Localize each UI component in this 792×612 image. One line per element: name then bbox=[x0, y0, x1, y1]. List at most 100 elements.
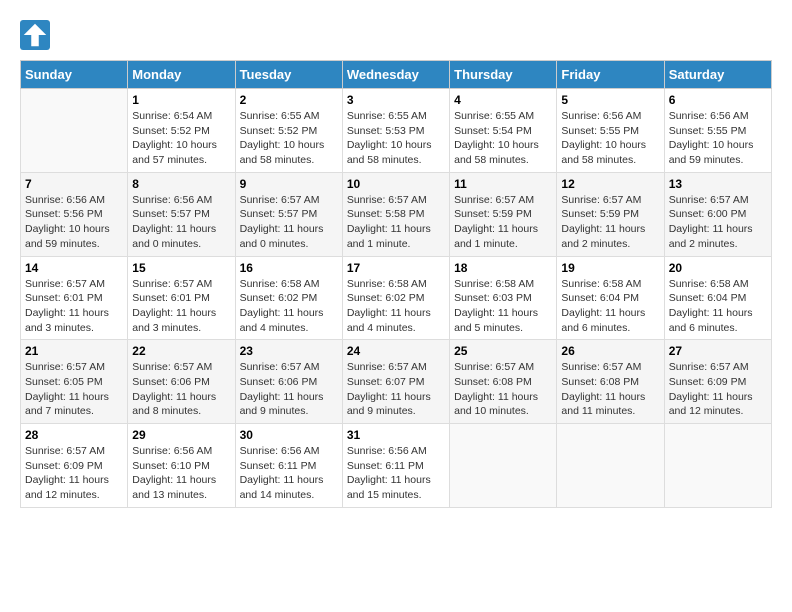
calendar-cell: 23Sunrise: 6:57 AMSunset: 6:06 PMDayligh… bbox=[235, 340, 342, 424]
day-info: Sunrise: 6:56 AMSunset: 5:55 PMDaylight:… bbox=[669, 109, 767, 168]
day-number: 7 bbox=[25, 177, 123, 191]
calendar-week-row: 1 Sunrise: 6:54 AMSunset: 5:52 PMDaylight… bbox=[21, 89, 772, 173]
calendar-cell: 6 Sunrise: 6:56 AMSunset: 5:55 PMDaylight… bbox=[664, 89, 771, 173]
calendar-cell: 18Sunrise: 6:58 AMSunset: 6:03 PMDayligh… bbox=[450, 256, 557, 340]
day-number: 8 bbox=[132, 177, 230, 191]
day-info: Sunrise: 6:56 AMSunset: 6:11 PMDaylight:… bbox=[240, 444, 338, 503]
calendar-cell bbox=[21, 89, 128, 173]
calendar-cell: 9 Sunrise: 6:57 AMSunset: 5:57 PMDaylight… bbox=[235, 172, 342, 256]
logo bbox=[20, 20, 54, 50]
calendar-cell: 2 Sunrise: 6:55 AMSunset: 5:52 PMDaylight… bbox=[235, 89, 342, 173]
day-number: 12 bbox=[561, 177, 659, 191]
day-number: 20 bbox=[669, 261, 767, 275]
calendar-cell: 17 Sunrise: 6:58 AMSunset: 6:02 PMDayligh… bbox=[342, 256, 449, 340]
day-number: 1 bbox=[132, 93, 230, 107]
day-number: 21 bbox=[25, 344, 123, 358]
calendar-cell: 7 Sunrise: 6:56 AMSunset: 5:56 PMDaylight… bbox=[21, 172, 128, 256]
calendar-cell: 13 Sunrise: 6:57 AMSunset: 6:00 PMDayligh… bbox=[664, 172, 771, 256]
day-info: Sunrise: 6:57 AMSunset: 5:57 PMDaylight:… bbox=[240, 193, 338, 252]
day-info: Sunrise: 6:57 AMSunset: 6:06 PMDaylight:… bbox=[132, 360, 230, 419]
calendar-cell: 21 Sunrise: 6:57 AMSunset: 6:05 PMDayligh… bbox=[21, 340, 128, 424]
day-number: 11 bbox=[454, 177, 552, 191]
weekday-header: Saturday bbox=[664, 61, 771, 89]
calendar-cell: 22 Sunrise: 6:57 AMSunset: 6:06 PMDayligh… bbox=[128, 340, 235, 424]
calendar-cell: 16 Sunrise: 6:58 AMSunset: 6:02 PMDayligh… bbox=[235, 256, 342, 340]
day-number: 30 bbox=[240, 428, 338, 442]
calendar-week-row: 28Sunrise: 6:57 AMSunset: 6:09 PMDayligh… bbox=[21, 424, 772, 508]
day-info: Sunrise: 6:57 AMSunset: 5:58 PMDaylight:… bbox=[347, 193, 445, 252]
calendar-cell: 5Sunrise: 6:56 AMSunset: 5:55 PMDaylight… bbox=[557, 89, 664, 173]
day-number: 4 bbox=[454, 93, 552, 107]
calendar-week-row: 21 Sunrise: 6:57 AMSunset: 6:05 PMDayligh… bbox=[21, 340, 772, 424]
logo-icon bbox=[20, 20, 50, 50]
calendar-cell: 1 Sunrise: 6:54 AMSunset: 5:52 PMDaylight… bbox=[128, 89, 235, 173]
calendar-cell bbox=[557, 424, 664, 508]
day-number: 25 bbox=[454, 344, 552, 358]
day-info: Sunrise: 6:57 AMSunset: 6:00 PMDaylight:… bbox=[669, 193, 767, 252]
day-info: Sunrise: 6:56 AMSunset: 6:10 PMDaylight:… bbox=[132, 444, 230, 503]
day-number: 31 bbox=[347, 428, 445, 442]
day-number: 18 bbox=[454, 261, 552, 275]
day-info: Sunrise: 6:57 AMSunset: 6:08 PMDaylight:… bbox=[561, 360, 659, 419]
day-info: Sunrise: 6:54 AMSunset: 5:52 PMDaylight:… bbox=[132, 109, 230, 168]
day-info: Sunrise: 6:56 AMSunset: 5:56 PMDaylight:… bbox=[25, 193, 123, 252]
day-number: 10 bbox=[347, 177, 445, 191]
day-info: Sunrise: 6:56 AMSunset: 5:57 PMDaylight:… bbox=[132, 193, 230, 252]
day-number: 3 bbox=[347, 93, 445, 107]
day-number: 6 bbox=[669, 93, 767, 107]
day-info: Sunrise: 6:57 AMSunset: 6:01 PMDaylight:… bbox=[25, 277, 123, 336]
weekday-header: Wednesday bbox=[342, 61, 449, 89]
calendar-week-row: 14 Sunrise: 6:57 AMSunset: 6:01 PMDayligh… bbox=[21, 256, 772, 340]
weekday-header: Thursday bbox=[450, 61, 557, 89]
calendar-cell: 30 Sunrise: 6:56 AMSunset: 6:11 PMDayligh… bbox=[235, 424, 342, 508]
calendar-cell bbox=[450, 424, 557, 508]
day-info: Sunrise: 6:57 AMSunset: 6:08 PMDaylight:… bbox=[454, 360, 552, 419]
day-number: 16 bbox=[240, 261, 338, 275]
day-number: 19 bbox=[561, 261, 659, 275]
day-number: 27 bbox=[669, 344, 767, 358]
day-number: 28 bbox=[25, 428, 123, 442]
calendar-cell: 25 Sunrise: 6:57 AMSunset: 6:08 PMDayligh… bbox=[450, 340, 557, 424]
day-info: Sunrise: 6:57 AMSunset: 5:59 PMDaylight:… bbox=[454, 193, 552, 252]
calendar-cell: 28Sunrise: 6:57 AMSunset: 6:09 PMDayligh… bbox=[21, 424, 128, 508]
calendar-table: SundayMondayTuesdayWednesdayThursdayFrid… bbox=[20, 60, 772, 508]
day-number: 22 bbox=[132, 344, 230, 358]
calendar-cell: 31 Sunrise: 6:56 AMSunset: 6:11 PMDayligh… bbox=[342, 424, 449, 508]
header-row: SundayMondayTuesdayWednesdayThursdayFrid… bbox=[21, 61, 772, 89]
calendar-cell bbox=[664, 424, 771, 508]
calendar-cell: 3 Sunrise: 6:55 AMSunset: 5:53 PMDaylight… bbox=[342, 89, 449, 173]
day-number: 17 bbox=[347, 261, 445, 275]
weekday-header: Tuesday bbox=[235, 61, 342, 89]
day-info: Sunrise: 6:57 AMSunset: 6:09 PMDaylight:… bbox=[669, 360, 767, 419]
day-number: 9 bbox=[240, 177, 338, 191]
calendar-cell: 19 Sunrise: 6:58 AMSunset: 6:04 PMDayligh… bbox=[557, 256, 664, 340]
day-number: 14 bbox=[25, 261, 123, 275]
day-info: Sunrise: 6:58 AMSunset: 6:02 PMDaylight:… bbox=[347, 277, 445, 336]
calendar-cell: 10 Sunrise: 6:57 AMSunset: 5:58 PMDayligh… bbox=[342, 172, 449, 256]
calendar-cell: 11 Sunrise: 6:57 AMSunset: 5:59 PMDayligh… bbox=[450, 172, 557, 256]
weekday-header: Monday bbox=[128, 61, 235, 89]
weekday-header: Friday bbox=[557, 61, 664, 89]
calendar-week-row: 7 Sunrise: 6:56 AMSunset: 5:56 PMDaylight… bbox=[21, 172, 772, 256]
day-info: Sunrise: 6:55 AMSunset: 5:52 PMDaylight:… bbox=[240, 109, 338, 168]
day-number: 26 bbox=[561, 344, 659, 358]
calendar-cell: 15Sunrise: 6:57 AMSunset: 6:01 PMDayligh… bbox=[128, 256, 235, 340]
day-number: 13 bbox=[669, 177, 767, 191]
day-info: Sunrise: 6:57 AMSunset: 6:07 PMDaylight:… bbox=[347, 360, 445, 419]
calendar-cell: 14 Sunrise: 6:57 AMSunset: 6:01 PMDayligh… bbox=[21, 256, 128, 340]
day-number: 2 bbox=[240, 93, 338, 107]
calendar-cell: 24Sunrise: 6:57 AMSunset: 6:07 PMDayligh… bbox=[342, 340, 449, 424]
day-info: Sunrise: 6:58 AMSunset: 6:02 PMDaylight:… bbox=[240, 277, 338, 336]
day-info: Sunrise: 6:57 AMSunset: 6:05 PMDaylight:… bbox=[25, 360, 123, 419]
day-info: Sunrise: 6:57 AMSunset: 5:59 PMDaylight:… bbox=[561, 193, 659, 252]
calendar-cell: 26 Sunrise: 6:57 AMSunset: 6:08 PMDayligh… bbox=[557, 340, 664, 424]
page-header bbox=[20, 20, 772, 50]
calendar-cell: 27 Sunrise: 6:57 AMSunset: 6:09 PMDayligh… bbox=[664, 340, 771, 424]
day-info: Sunrise: 6:56 AMSunset: 6:11 PMDaylight:… bbox=[347, 444, 445, 503]
day-info: Sunrise: 6:57 AMSunset: 6:01 PMDaylight:… bbox=[132, 277, 230, 336]
day-number: 5 bbox=[561, 93, 659, 107]
weekday-header: Sunday bbox=[21, 61, 128, 89]
calendar-cell: 29Sunrise: 6:56 AMSunset: 6:10 PMDayligh… bbox=[128, 424, 235, 508]
day-info: Sunrise: 6:55 AMSunset: 5:53 PMDaylight:… bbox=[347, 109, 445, 168]
day-info: Sunrise: 6:58 AMSunset: 6:04 PMDaylight:… bbox=[561, 277, 659, 336]
